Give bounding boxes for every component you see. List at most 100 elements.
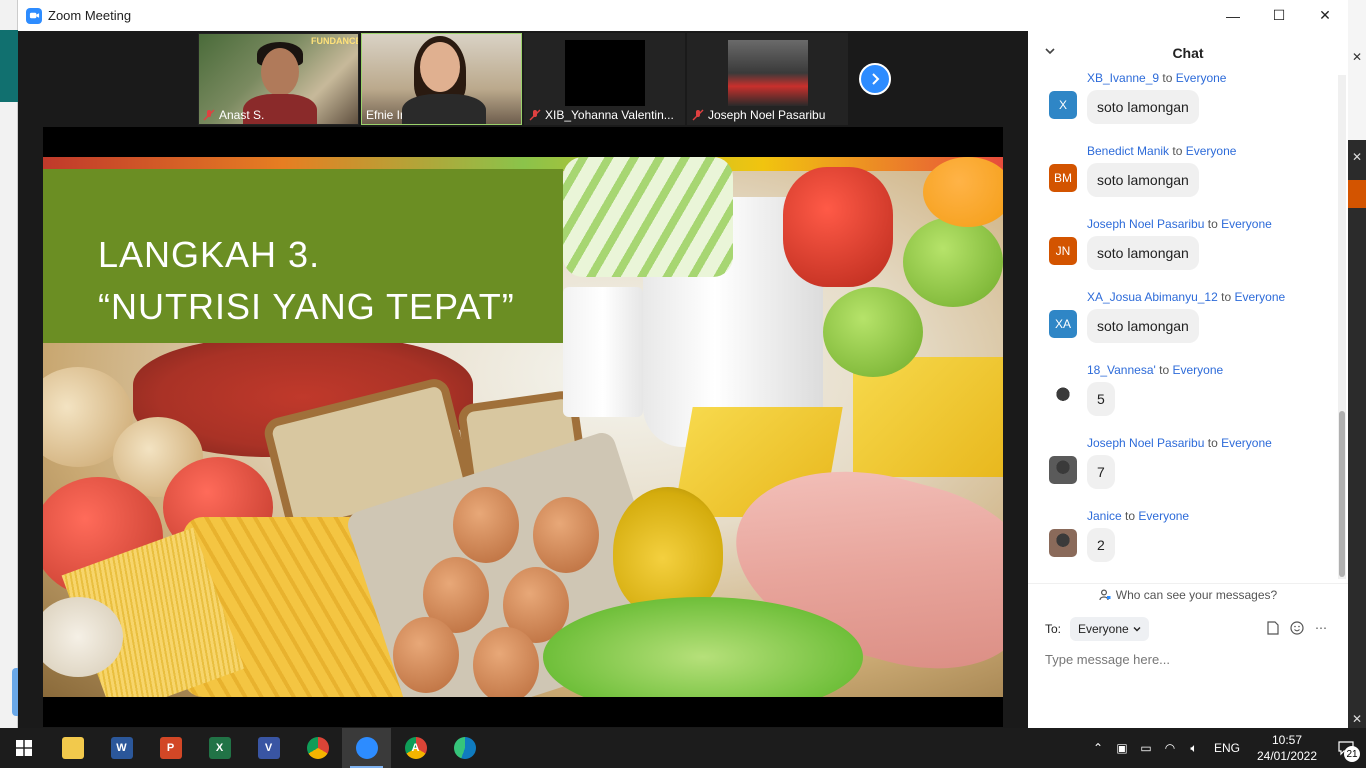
chat-message-header: 18_Vannesa' to Everyone (1087, 363, 1223, 377)
edge-icon (453, 737, 476, 759)
powerpoint-icon: P (159, 737, 182, 759)
wifi-icon[interactable]: ◠ (1158, 728, 1182, 768)
windows-taskbar: W P X V A ⌃ ▣ ▭ ◠ 🔈︎ ENG 10:57 24/01/2022 21 (0, 728, 1366, 768)
chat-avatar (1049, 456, 1077, 484)
to-label: To: (1045, 622, 1062, 636)
desktop-left-edge (0, 0, 18, 728)
file-icon[interactable] (1266, 621, 1280, 635)
chat-recipient: Everyone (1221, 217, 1272, 231)
presentation-slide: LANGKAH 3. “NUTRISI YANG TEPAT” (43, 157, 1003, 697)
chat-message: 18_Vannesa' to Everyone 5 (1028, 363, 1338, 436)
taskbar-powerpoint[interactable]: P (146, 728, 195, 768)
background-close-icon: ✕ (1352, 150, 1363, 164)
word-icon: W (110, 737, 133, 759)
compose-actions: ⋯ (1266, 621, 1328, 635)
chat-message-bubble: 5 (1087, 382, 1115, 416)
zoom-icon (355, 737, 378, 759)
chevron-up-icon[interactable]: ⌃ (1086, 728, 1110, 768)
muted-mic-icon (529, 109, 541, 121)
who-can-see-link[interactable]: Who can see your messages? (1028, 583, 1348, 605)
background-window-strip (1348, 0, 1366, 140)
chat-recipient: Everyone (1172, 363, 1224, 377)
taskbar-chrome-profile[interactable]: A (391, 728, 440, 768)
zoom-window: Zoom Meeting — ☐ ✕ FUNDANCE Anast S. Efn… (18, 0, 1348, 728)
chat-message-header: XB_Ivanne_9 to Everyone (1087, 71, 1226, 85)
windows-logo-icon (16, 740, 32, 756)
chrome-icon (306, 737, 329, 759)
meeting-icon[interactable]: ▣ (1110, 728, 1134, 768)
notification-center-button[interactable]: 21 (1326, 728, 1366, 768)
chat-message: Janice to Everyone 2 (1028, 509, 1338, 579)
start-button[interactable] (0, 728, 48, 768)
chat-sender[interactable]: Joseph Noel Pasaribu (1087, 217, 1204, 231)
title-bar: Zoom Meeting — ☐ ✕ (18, 0, 1348, 31)
taskbar-file-explorer[interactable] (48, 728, 97, 768)
chat-message: XA_Josua Abimanyu_12 to Everyone XA soto l… (1028, 290, 1338, 363)
chat-sender[interactable]: 18_Vannesa' (1087, 363, 1156, 377)
taskbar-chrome[interactable] (293, 728, 342, 768)
participant-tile[interactable]: XIB_Yohanna Valentin... (524, 33, 685, 125)
maximize-button[interactable]: ☐ (1256, 0, 1302, 31)
chat-sender[interactable]: XB_Ivanne_9 (1087, 71, 1159, 85)
chat-message-list[interactable]: XB_Ivanne_9 to Everyone Xsoto lamongan Ben… (1028, 71, 1338, 579)
video-area: FUNDANCE Anast S. Efnie Indrianie (18, 31, 1028, 728)
chat-avatar (1049, 383, 1077, 411)
background-window-strip (1348, 180, 1366, 208)
taskbar-zoom[interactable] (342, 728, 391, 768)
close-button[interactable]: ✕ (1302, 0, 1348, 31)
chat-recipient: Everyone (1221, 436, 1272, 450)
participant-tile[interactable]: FUNDANCE Anast S. (198, 33, 359, 125)
video-banner-text: FUNDANCE (311, 36, 359, 46)
chat-scrollbar[interactable] (1338, 75, 1346, 579)
chat-scroll-thumb[interactable] (1339, 411, 1345, 577)
chat-message: Benedict Manik to Everyone BM soto lamonga… (1028, 144, 1338, 217)
volume-icon[interactable]: 🔈︎ (1182, 728, 1206, 768)
chrome-profile-icon: A (404, 737, 427, 759)
chat-sender[interactable]: Joseph Noel Pasaribu (1087, 436, 1204, 450)
battery-icon[interactable]: ▭ (1134, 728, 1158, 768)
chat-avatar: X (1049, 91, 1077, 119)
chat-message-bubble: soto lamongan (1087, 90, 1199, 124)
recipient-dropdown[interactable]: Everyone (1070, 617, 1149, 641)
participant-name: XIB_Yohanna Valentin... (529, 108, 674, 122)
muted-mic-icon (203, 109, 215, 121)
chevron-down-icon[interactable] (1044, 45, 1056, 57)
chat-sender[interactable]: Janice (1087, 509, 1122, 523)
window-title: Zoom Meeting (48, 8, 132, 23)
clock[interactable]: 10:57 24/01/2022 (1248, 732, 1326, 764)
chat-message-bubble: soto lamongan (1087, 236, 1199, 270)
participant-tile-active-speaker[interactable]: Efnie Indrianie (361, 33, 522, 125)
muted-mic-icon (692, 109, 704, 121)
participant-tile[interactable]: Joseph Noel Pasaribu (687, 33, 848, 125)
taskbar-excel[interactable]: X (195, 728, 244, 768)
chat-message-input[interactable] (1045, 647, 1335, 671)
chevron-right-icon (872, 73, 880, 85)
taskbar-visio[interactable]: V (244, 728, 293, 768)
chat-message-header: Janice to Everyone (1087, 509, 1189, 523)
chat-avatar (1049, 529, 1077, 557)
chat-message-bubble: 2 (1087, 528, 1115, 562)
emoji-icon[interactable] (1290, 621, 1304, 635)
participant-name: Anast S. (203, 108, 264, 122)
participant-name: Joseph Noel Pasaribu (692, 108, 825, 122)
taskbar-word[interactable]: W (97, 728, 146, 768)
clock-time: 10:57 (1271, 733, 1303, 747)
taskbar-edge[interactable] (440, 728, 489, 768)
chevron-down-icon (1133, 627, 1141, 632)
minimize-button[interactable]: — (1210, 0, 1256, 31)
chat-to-word: to (1172, 144, 1183, 158)
chat-to-word: to (1207, 217, 1218, 231)
chat-sender[interactable]: XA_Josua Abimanyu_12 (1087, 290, 1218, 304)
chat-sender[interactable]: Benedict Manik (1087, 144, 1169, 158)
shared-screen: LANGKAH 3. “NUTRISI YANG TEPAT” (43, 127, 1003, 727)
next-participants-button[interactable] (859, 63, 891, 95)
chat-message-header: Joseph Noel Pasaribu to Everyone (1087, 436, 1272, 450)
more-options-icon[interactable]: ⋯ (1314, 621, 1328, 635)
participant-video (728, 40, 808, 106)
chat-message-header: Joseph Noel Pasaribu to Everyone (1087, 217, 1272, 231)
window-controls: — ☐ ✕ (1210, 0, 1348, 31)
zoom-app-icon (26, 7, 42, 24)
chat-message-bubble: soto lamongan (1087, 163, 1199, 197)
language-indicator[interactable]: ENG (1206, 741, 1248, 755)
chat-avatar: JN (1049, 237, 1077, 265)
